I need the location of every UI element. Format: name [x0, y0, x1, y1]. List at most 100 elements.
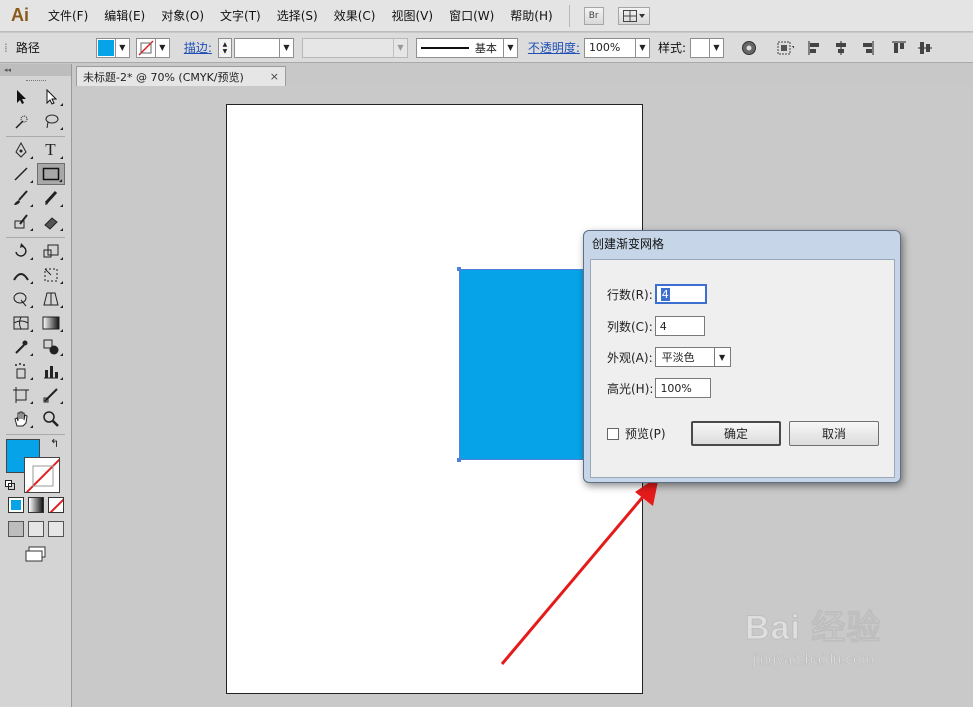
appearance-select[interactable]: 平淡色 ▼: [654, 347, 731, 367]
rectangle-tool-icon[interactable]: [36, 163, 65, 185]
gradient-mode-icon[interactable]: [27, 497, 44, 513]
width-tool-icon[interactable]: [7, 264, 35, 286]
document-tab-title: 未标题-2* @ 70% (CMYK/预览): [83, 70, 244, 84]
rows-input[interactable]: 4: [654, 284, 707, 304]
app-logo: Ai: [11, 5, 29, 25]
variable-width-profile: ▼: [301, 37, 408, 58]
grip-icon: ⁞: [4, 40, 8, 55]
gradient-tool-icon[interactable]: [37, 312, 65, 334]
document-tab[interactable]: 未标题-2* @ 70% (CMYK/预览) ×: [76, 66, 286, 86]
menu-window[interactable]: 窗口(W): [441, 0, 502, 32]
dialog-body: 行数(R): 4 列数(C): 4 外观(A): 平淡色 ▼ 高光(H): 10…: [590, 259, 895, 478]
highlight-input[interactable]: 100%: [655, 378, 712, 398]
menu-type[interactable]: 文字(T): [212, 0, 269, 32]
bridge-button[interactable]: Br: [583, 6, 604, 25]
no-stroke-swatch-icon: [137, 39, 154, 56]
type-tool-icon[interactable]: T: [37, 139, 65, 161]
graphic-style-dropdown[interactable]: ▼: [689, 37, 724, 58]
preview-checkbox[interactable]: [607, 427, 619, 440]
arrange-documents-button[interactable]: [617, 6, 650, 25]
anchor-point[interactable]: [457, 458, 461, 462]
stroke-weight-combo[interactable]: ▼: [233, 37, 294, 58]
opacity-link[interactable]: 不透明度:: [528, 39, 580, 56]
perspective-grid-tool-icon[interactable]: [37, 288, 65, 310]
menu-file[interactable]: 文件(F): [40, 0, 96, 32]
dialog-title: 创建渐变网格: [592, 237, 665, 251]
align-right-icon[interactable]: [858, 39, 876, 57]
ok-button[interactable]: 确定: [691, 421, 781, 446]
menu-help[interactable]: 帮助(H): [502, 0, 560, 32]
align-to-selection-icon[interactable]: [776, 39, 794, 57]
column-graph-tool-icon[interactable]: [37, 360, 65, 382]
opacity-combo[interactable]: 100% ▼: [583, 37, 650, 58]
draw-behind-icon[interactable]: [27, 521, 44, 537]
fill-color-dropdown[interactable]: ▼: [95, 37, 130, 58]
stroke-color-dropdown[interactable]: ▼: [135, 37, 170, 58]
stroke-swatch-large[interactable]: [24, 457, 60, 493]
menu-effect[interactable]: 效果(C): [326, 0, 384, 32]
blend-tool-icon[interactable]: [37, 336, 65, 358]
close-icon[interactable]: ×: [270, 70, 279, 83]
direct-selection-tool-icon[interactable]: [37, 86, 65, 108]
blob-brush-tool-icon[interactable]: [7, 211, 35, 233]
paintbrush-tool-icon[interactable]: [7, 187, 35, 209]
stroke-line-icon: [420, 46, 469, 49]
align-left-icon[interactable]: [806, 39, 824, 57]
swap-fill-stroke-icon[interactable]: ↰: [50, 437, 59, 450]
panel-grip[interactable]: [0, 76, 71, 86]
panel-collapse-icon[interactable]: ◂◂: [0, 64, 71, 76]
appearance-label: 外观(A):: [607, 350, 653, 365]
free-transform-tool-icon[interactable]: [37, 264, 65, 286]
stroke-style-value: 基本: [474, 41, 497, 55]
pen-tool-icon[interactable]: [7, 139, 35, 161]
columns-input[interactable]: 4: [654, 316, 705, 336]
align-top-icon[interactable]: [890, 39, 908, 57]
menu-object[interactable]: 对象(O): [153, 0, 212, 32]
style-label: 样式:: [657, 41, 686, 55]
chevron-down-icon: ▼: [392, 38, 407, 57]
selection-tool-icon[interactable]: [7, 86, 35, 108]
slice-tool-icon[interactable]: [37, 384, 65, 406]
symbol-sprayer-tool-icon[interactable]: [7, 360, 35, 382]
rotate-tool-icon[interactable]: [7, 240, 35, 262]
stroke-weight-stepper[interactable]: ▲ ▼: [217, 37, 232, 58]
tools-panel: ◂◂ T ↰: [0, 64, 72, 707]
hand-tool-icon[interactable]: [7, 408, 35, 430]
magic-wand-tool-icon[interactable]: [7, 110, 35, 132]
none-mode-icon[interactable]: [47, 497, 64, 513]
stroke-weight-link[interactable]: 描边:: [184, 39, 212, 56]
object-type-label: 路径: [15, 41, 40, 55]
align-vertical-center-icon[interactable]: [916, 39, 934, 57]
chevron-down-icon: ▼: [114, 38, 129, 57]
preview-label[interactable]: 预览(P): [625, 425, 666, 442]
cancel-button[interactable]: 取消: [789, 421, 879, 446]
lasso-tool-icon[interactable]: [37, 110, 65, 132]
fill-stroke-widget: ↰: [0, 437, 71, 495]
draw-normal-icon[interactable]: [7, 521, 24, 537]
draw-inside-icon[interactable]: [47, 521, 64, 537]
fill-swatch: [97, 39, 114, 56]
pencil-tool-icon[interactable]: [37, 187, 65, 209]
color-mode-icon[interactable]: [7, 497, 24, 513]
highlight-value: 100%: [660, 381, 692, 395]
screen-mode-icon[interactable]: [25, 546, 47, 562]
artboard-tool-icon[interactable]: [7, 384, 35, 406]
mesh-tool-icon[interactable]: [7, 312, 35, 334]
anchor-point[interactable]: [457, 267, 461, 271]
chevron-down-icon: ▼: [502, 38, 517, 57]
shape-builder-tool-icon[interactable]: [7, 288, 35, 310]
menu-edit[interactable]: 编辑(E): [96, 0, 153, 32]
zoom-tool-icon[interactable]: [37, 408, 65, 430]
align-center-icon[interactable]: [832, 39, 850, 57]
line-segment-tool-icon[interactable]: [7, 163, 35, 185]
chevron-down-icon: ▼: [634, 38, 649, 57]
eraser-tool-icon[interactable]: [37, 211, 65, 233]
scale-tool-icon[interactable]: [37, 240, 65, 262]
menu-view[interactable]: 视图(V): [383, 0, 441, 32]
recolor-artwork-icon[interactable]: [740, 39, 758, 57]
default-fill-stroke-icon[interactable]: [5, 479, 15, 490]
menu-select[interactable]: 选择(S): [269, 0, 326, 32]
eyedropper-tool-icon[interactable]: [7, 336, 35, 358]
brush-definition-combo[interactable]: 基本 ▼: [415, 37, 518, 58]
annotation-arrow: [500, 476, 659, 665]
